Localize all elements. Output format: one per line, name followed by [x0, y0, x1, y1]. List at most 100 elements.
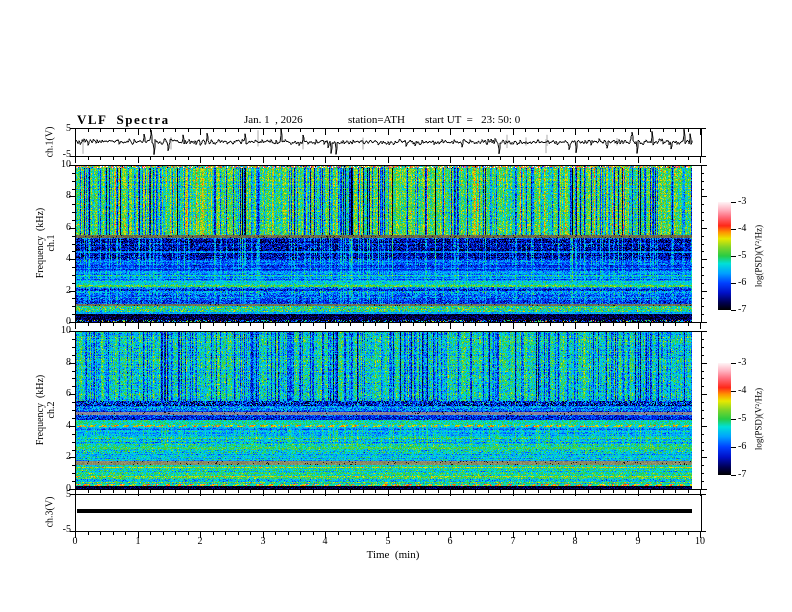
x-tick: [350, 490, 351, 493]
x-tick: [638, 129, 639, 135]
x-tick: [513, 323, 514, 329]
x-tick: [100, 490, 101, 493]
x-tick: [388, 129, 389, 135]
x-tick: [475, 532, 476, 535]
freq-tick-left: [72, 355, 75, 356]
x-tick: [125, 532, 126, 535]
x-tick: [613, 532, 614, 535]
x-tick: [188, 323, 189, 326]
x-tick: [525, 490, 526, 493]
x-tick-label: 0: [72, 536, 78, 547]
x-tick: [663, 532, 664, 535]
x-tick: [125, 490, 126, 493]
freq-tick-right: [701, 331, 707, 332]
x-tick: [463, 129, 464, 132]
x-tick: [563, 532, 564, 535]
ch1-spectrogram-heatmap: [76, 166, 692, 322]
colorbar-tick-label: -5: [738, 250, 747, 261]
freq-tick-label: 4: [66, 420, 71, 431]
freq-tick-left: [72, 347, 75, 348]
x-tick: [113, 157, 114, 160]
volt-tick-right: [701, 156, 706, 157]
x-tick: [325, 157, 326, 163]
x-tick: [450, 157, 451, 163]
freq-tick-left: [72, 298, 75, 299]
x-tick: [300, 129, 301, 132]
x-tick: [275, 490, 276, 493]
x-tick: [588, 490, 589, 493]
x-tick: [525, 129, 526, 132]
x-tick: [425, 129, 426, 132]
freq-tick-label: 2: [66, 285, 71, 296]
freq-tick-left: [72, 434, 75, 435]
x-tick-label: 8: [572, 536, 578, 547]
x-tick: [238, 129, 239, 132]
x-tick: [200, 490, 201, 496]
x-tick: [338, 490, 339, 493]
x-tick: [413, 532, 414, 535]
x-tick: [375, 532, 376, 535]
x-tick: [463, 157, 464, 160]
freq-tick-right: [701, 386, 704, 387]
freq-tick-right: [701, 251, 704, 252]
x-tick: [88, 157, 89, 160]
x-tick: [638, 157, 639, 163]
x-tick: [625, 532, 626, 535]
ch1-waveform-trace: [76, 129, 693, 156]
x-tick: [163, 129, 164, 132]
x-tick: [500, 532, 501, 535]
x-tick: [688, 129, 689, 132]
freq-tick-right: [701, 196, 707, 197]
vlf-spectra-figure: VLF Spectra Jan. 1 , 2026 station=ATH st…: [0, 0, 792, 612]
x-tick: [363, 157, 364, 160]
x-tick: [75, 157, 76, 163]
x-tick: [588, 323, 589, 326]
volt-tick-right: [701, 128, 706, 129]
x-tick: [475, 490, 476, 493]
freq-tick-left: [72, 378, 75, 379]
freq-tick-left: [72, 371, 75, 372]
x-tick: [113, 490, 114, 493]
x-tick: [400, 323, 401, 326]
x-tick: [438, 157, 439, 160]
x-tick: [100, 323, 101, 326]
freq-tick-right: [701, 236, 704, 237]
colorbar-tick: [731, 229, 736, 230]
x-tick: [238, 490, 239, 493]
x-tick: [213, 157, 214, 160]
x-tick: [650, 129, 651, 132]
x-tick: [250, 157, 251, 160]
freq-tick-right: [701, 473, 704, 474]
x-tick: [200, 129, 201, 135]
freq-tick-label: 10: [61, 159, 71, 170]
x-tick: [300, 490, 301, 493]
time-axis-label: Time (min): [366, 549, 420, 561]
freq-tick-right: [701, 394, 707, 395]
x-tick: [388, 157, 389, 163]
freq-tick-left: [72, 314, 75, 315]
x-tick: [513, 490, 514, 496]
x-tick: [400, 129, 401, 132]
x-tick: [388, 490, 389, 496]
x-tick: [300, 157, 301, 160]
freq-tick-right: [701, 378, 704, 379]
x-tick: [150, 129, 151, 132]
freq-tick-left: [72, 189, 75, 190]
x-tick: [300, 323, 301, 326]
x-tick: [313, 129, 314, 132]
start-ut-label: start UT = 23: 50: 0: [425, 114, 521, 126]
x-tick: [75, 490, 76, 496]
x-tick: [225, 532, 226, 535]
x-tick: [413, 490, 414, 493]
x-tick: [288, 490, 289, 493]
x-tick: [525, 157, 526, 160]
x-tick: [625, 157, 626, 160]
freq-tick-left: [72, 402, 75, 403]
x-tick: [500, 157, 501, 160]
x-tick: [188, 129, 189, 132]
x-tick: [613, 323, 614, 326]
x-tick: [488, 157, 489, 160]
colorbar-tick: [731, 202, 736, 203]
x-tick: [463, 323, 464, 326]
x-tick: [338, 157, 339, 160]
